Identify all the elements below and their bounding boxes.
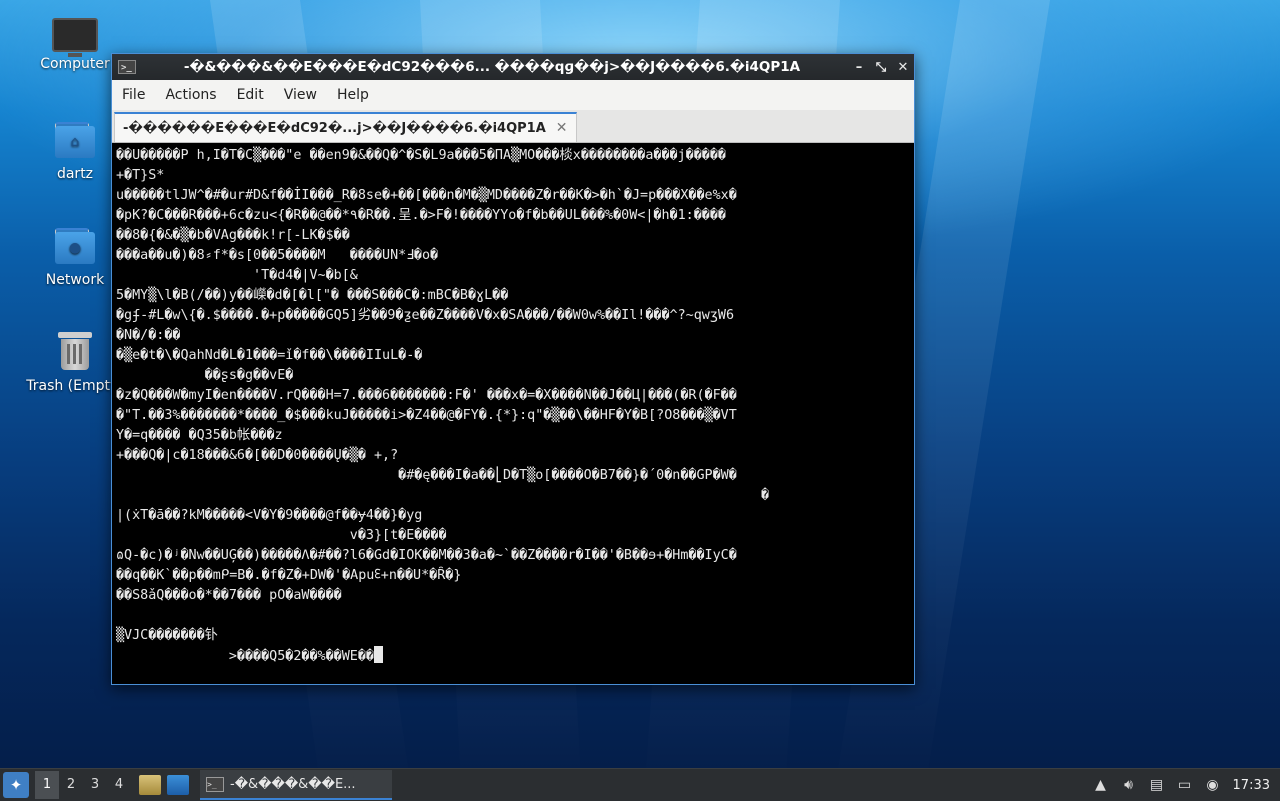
computer-icon bbox=[52, 18, 98, 57]
trash-icon bbox=[58, 332, 92, 370]
system-tray: ▲ 🔊︎ ▤ ▭ ◉ 17:33 bbox=[1087, 769, 1280, 801]
workspace-1[interactable]: 1 bbox=[35, 771, 59, 799]
tab-strip: -������E���E�dC92�...j>��J����6.�i4QP1A … bbox=[112, 110, 914, 143]
terminal-line: ��8�{�&�▒�b�VAg���k!r[-LK�$�� bbox=[116, 228, 350, 243]
desktop-icon-dartz[interactable]: ⌂ dartz bbox=[25, 122, 125, 182]
clipboard-icon[interactable]: ▤ bbox=[1145, 774, 1169, 796]
desktop-icon-network[interactable]: ● Network bbox=[25, 228, 125, 288]
window-title: -�&���&��E���E�dC92���6... ����qɡ��j>��J… bbox=[183, 59, 801, 75]
taskbar-task-terminal[interactable]: >_ -�&���&��E... bbox=[200, 770, 392, 800]
terminal-line: �gʄ-#L�w\{�.$����.�+p�����GQ5]劣��9�ƺe��Z… bbox=[116, 308, 735, 323]
terminal-line: ��S8ǎQ���o�*��7��� pO�aW���� bbox=[116, 588, 342, 603]
terminal-line: ɷQ-�c)�ʲ�Nw��UĢ��)�����Λ�#��?l6�Gd�IOK��… bbox=[116, 548, 737, 563]
maximize-button[interactable]: ⤡ bbox=[870, 60, 892, 75]
menu-actions[interactable]: Actions bbox=[155, 87, 226, 103]
desktop-icon-trash[interactable]: Trash (Empty) bbox=[25, 332, 125, 394]
start-menu-icon[interactable]: ✦ bbox=[3, 772, 29, 798]
terminal-line: �"T.��3%�������*����_�$���kuJ�����i>�Z4�… bbox=[116, 408, 737, 423]
terminal-line: �#�ę���I�a��⎣D�T▒o[����O�B7��}�´0�n��GP�… bbox=[116, 468, 737, 483]
terminal-line: Y�=q���� �Q35�b帐���z bbox=[116, 428, 283, 443]
desktop-icon-label: Trash (Empty) bbox=[26, 378, 124, 394]
clock[interactable]: 17:33 bbox=[1227, 778, 1280, 793]
close-button[interactable]: ✕ bbox=[892, 60, 914, 75]
terminal-line: u�����tlJW^�#�ur#D&f��İI���_R�8se�+��[��… bbox=[116, 188, 737, 203]
terminal-line: >����Q5�2��%��WE�� bbox=[116, 646, 908, 666]
taskbar: ✦ 1 2 3 4 >_ -�&���&��E... ▲ 🔊︎ ▤ ▭ ◉ 17… bbox=[0, 768, 1280, 801]
terminal-line: ��q��K`��p��mᑭ=B�.�f�Z�+DW�'�Apuᢄ+n��U*�… bbox=[116, 568, 462, 583]
desktop-icon-computer[interactable]: Computer bbox=[25, 18, 125, 72]
notification-icon[interactable]: ◉ bbox=[1201, 774, 1225, 796]
menu-view[interactable]: View bbox=[274, 87, 327, 103]
terminal-line: ��U�����P h,I�T�C▒���"e ��en9�&��Q�^�S�L… bbox=[116, 148, 726, 163]
desktop-icon-label: Computer bbox=[40, 56, 110, 72]
desktop-icon-label: dartz bbox=[56, 166, 94, 182]
workspace-4[interactable]: 4 bbox=[107, 771, 131, 799]
terminal-line: �▒e�t�\�QahNd�L�1���=ǐ�f��\����IIuL�-� bbox=[116, 348, 423, 363]
minimize-button[interactable]: – bbox=[848, 60, 870, 75]
network-icon[interactable]: ▭ bbox=[1173, 774, 1197, 796]
terminal-line: v�3}[t�E���� bbox=[116, 528, 447, 543]
terminal-line: +���Q�|c�18���&6�[��D�0����Ų�▒� +,? bbox=[116, 448, 399, 463]
terminal-tab[interactable]: -������E���E�dC92�...j>��J����6.�i4QP1A … bbox=[114, 112, 577, 142]
terminal-line: +�T}S* bbox=[116, 168, 165, 183]
workspace-3[interactable]: 3 bbox=[83, 771, 107, 799]
terminal-output[interactable]: ��U�����P h,I�T�C▒���"e ��en9�&��Q�^�S�L… bbox=[112, 143, 912, 682]
terminal-line: � bbox=[116, 488, 770, 503]
tab-close-icon[interactable]: ✕ bbox=[556, 120, 568, 136]
terminal-line: �pK?�C���R���+6c�zu<{�R��@��*٩�R��.呈.�>F… bbox=[116, 208, 726, 223]
network-folder-icon: ● bbox=[55, 228, 95, 264]
home-folder-icon: ⌂ bbox=[55, 122, 95, 158]
desktop-icon-label: Network bbox=[45, 272, 105, 288]
show-desktop-icon[interactable] bbox=[167, 775, 189, 795]
workspace-2[interactable]: 2 bbox=[59, 771, 83, 799]
terminal-line: 'T�d4�|V~�b[& bbox=[116, 268, 358, 283]
menu-file[interactable]: File bbox=[112, 87, 155, 103]
menu-edit[interactable]: Edit bbox=[227, 87, 274, 103]
window-titlebar[interactable]: >_ -�&���&��E���E�dC92���6... ����qɡ��j>… bbox=[112, 54, 914, 80]
terminal-line: |(ẋT�ā��?kM�����<V�Y�9����@f��ɏ4��}�yg bbox=[116, 508, 423, 523]
terminal-window[interactable]: >_ -�&���&��E���E�dC92���6... ����qɡ��j>… bbox=[111, 53, 915, 685]
menu-help[interactable]: Help bbox=[327, 87, 379, 103]
terminal-line: �z�Q���W�myI�en����V.rQ���H=7.���6������… bbox=[116, 388, 737, 403]
terminal-line: ▒VJC�������钋 bbox=[116, 628, 219, 643]
terminal-line: �N�/�:�� bbox=[116, 328, 181, 343]
volume-icon[interactable]: 🔊︎ bbox=[1117, 774, 1141, 796]
tab-label: -������E���E�dC92�...j>��J����6.�i4QP1A bbox=[123, 120, 546, 136]
task-label: -�&���&��E... bbox=[230, 776, 356, 792]
terminal-line: 5�MY▒\l�B(/��)y��嶸�d�[�l["� ���S���C�:mB… bbox=[116, 288, 509, 303]
terminal-line: ��ʂs�g��vE� bbox=[116, 368, 294, 383]
terminal-cursor bbox=[373, 646, 383, 663]
terminal-icon: >_ bbox=[118, 60, 136, 74]
terminal-icon: >_ bbox=[206, 776, 224, 792]
menu-bar: File Actions Edit View Help bbox=[112, 80, 914, 110]
file-manager-icon[interactable] bbox=[139, 775, 161, 795]
terminal-line: ���a��u�)�8⸗f*�s[0��5����M ����UN*Ⅎ�o� bbox=[116, 248, 439, 263]
tray-up-arrow-icon[interactable]: ▲ bbox=[1089, 774, 1113, 796]
